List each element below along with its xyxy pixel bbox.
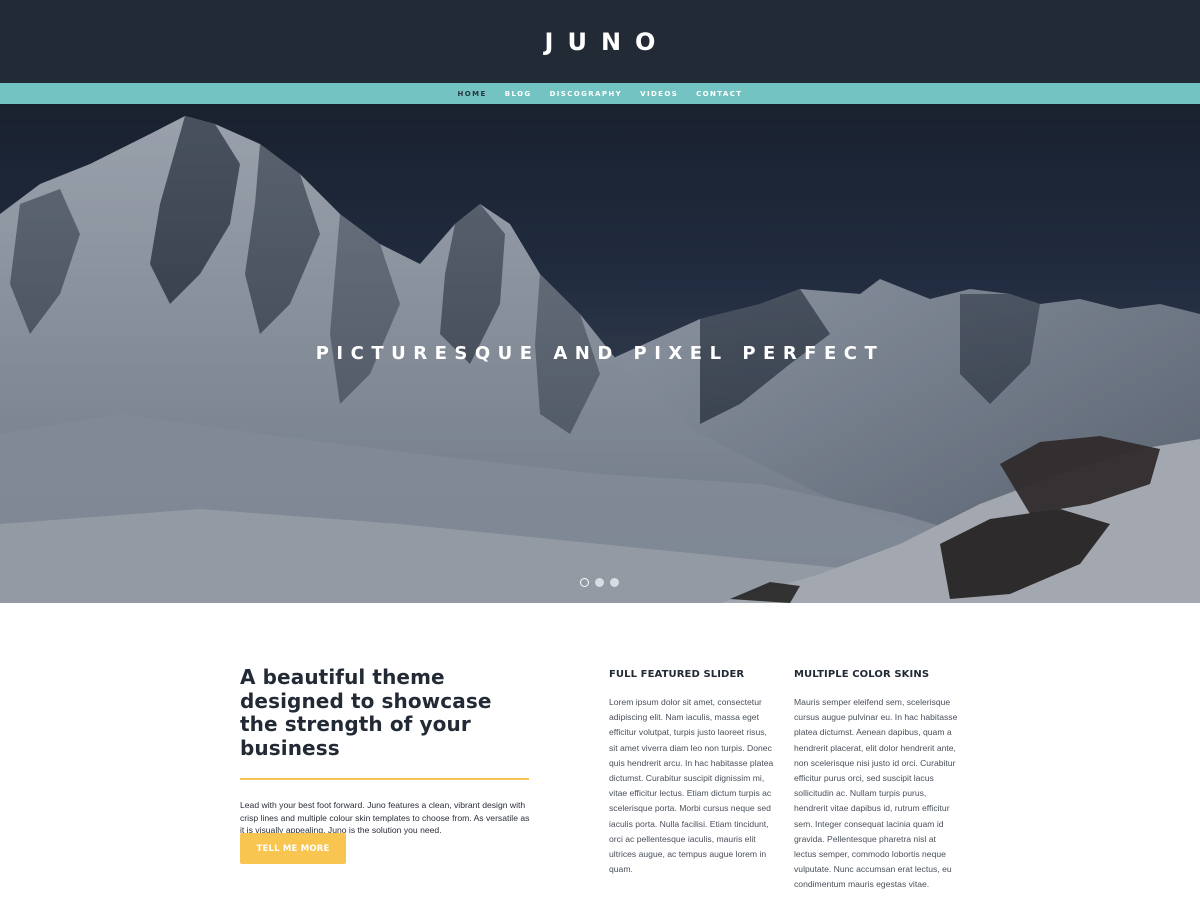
intro-text: Lead with your best foot forward. Juno f… [240,800,530,835]
slider-dots [580,578,619,587]
feature-text: Lorem ipsum dolor sit amet, consectetur … [609,697,774,875]
tell-me-more-button[interactable]: TELL ME MORE [240,833,346,864]
nav-item-home[interactable]: HOME [458,90,487,98]
hero-title: PICTURESQUE AND PIXEL PERFECT [315,343,885,364]
nav-item-contact[interactable]: CONTACT [696,90,742,98]
feature-color-skins: MULTIPLE COLOR SKINS Mauris semper eleif… [794,669,960,893]
slider-dot-2[interactable] [595,578,604,587]
site-logo[interactable]: JUNO [0,28,1200,56]
feature-heading: MULTIPLE COLOR SKINS [794,669,930,680]
feature-text: Mauris semper eleifend sem, scelerisque … [794,697,958,890]
site-header: JUNO [0,0,1200,83]
feature-slider: FULL FEATURED SLIDER Lorem ipsum dolor s… [609,669,775,877]
nav-item-videos[interactable]: VIDEOS [640,90,678,98]
slider-dot-3[interactable] [610,578,619,587]
slider-dot-1[interactable] [580,578,589,587]
intro-heading: A beautiful theme designed to showcase t… [240,665,492,760]
main-nav: HOME BLOG DISCOGRAPHY VIDEOS CONTACT [0,83,1200,104]
nav-item-discography[interactable]: DISCOGRAPHY [550,90,623,98]
hero-slider: PICTURESQUE AND PIXEL PERFECT [0,104,1200,603]
feature-heading: FULL FEATURED SLIDER [609,669,745,680]
heading-divider [240,778,529,780]
nav-item-blog[interactable]: BLOG [505,90,532,98]
intro-section: A beautiful theme designed to showcase t… [240,665,530,837]
